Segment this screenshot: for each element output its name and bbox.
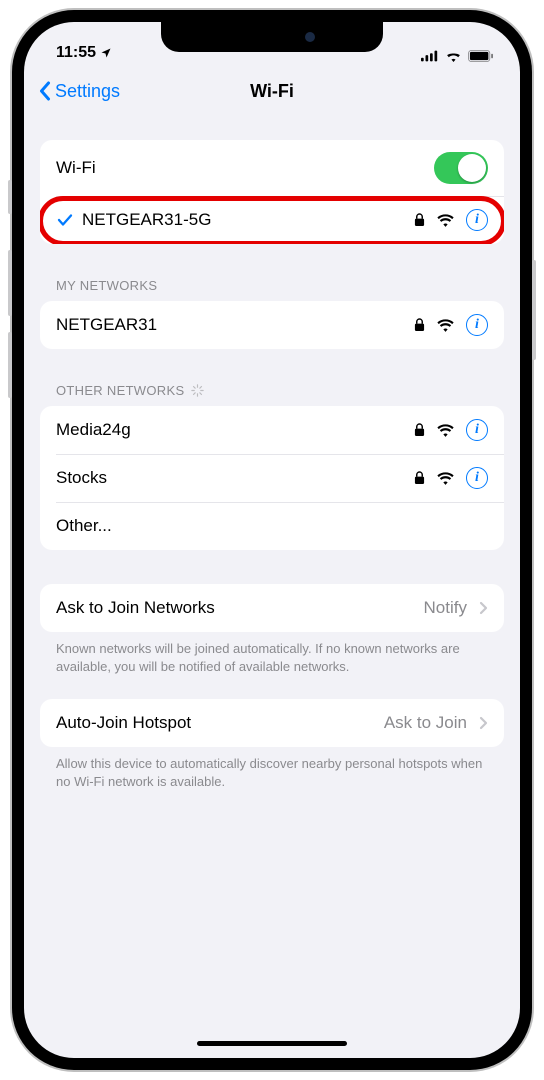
nav-bar: Settings Wi-Fi <box>24 66 520 116</box>
chevron-right-icon <box>479 716 488 730</box>
mute-switch <box>8 180 12 214</box>
wifi-icon <box>445 50 462 62</box>
lock-icon <box>414 318 425 332</box>
info-icon[interactable]: i <box>466 467 488 489</box>
auto-hotspot-label: Auto-Join Hotspot <box>56 713 191 733</box>
network-name: Media24g <box>56 420 131 440</box>
wifi-toggle-label: Wi-Fi <box>56 158 96 178</box>
my-networks-header: MY NETWORKS <box>40 278 504 301</box>
wifi-toggle[interactable] <box>434 152 488 184</box>
home-indicator[interactable] <box>197 1041 347 1046</box>
info-icon[interactable]: i <box>466 314 488 336</box>
volume-down-button <box>8 332 12 398</box>
phone-frame: 11:55 <box>12 10 532 1070</box>
notch <box>161 22 383 52</box>
network-row[interactable]: Media24g i <box>40 406 504 454</box>
auto-hotspot-row[interactable]: Auto-Join Hotspot Ask to Join <box>40 699 504 747</box>
auto-hotspot-footer: Allow this device to automatically disco… <box>40 747 504 790</box>
ask-to-join-value: Notify <box>424 598 467 618</box>
chevron-right-icon <box>479 601 488 615</box>
info-icon[interactable]: i <box>466 419 488 441</box>
connected-network-name: NETGEAR31-5G <box>82 210 211 230</box>
wifi-toggle-row: Wi-Fi <box>40 140 504 196</box>
spinner-icon <box>190 383 205 398</box>
other-network-row[interactable]: Other... <box>40 502 504 550</box>
power-button <box>532 260 536 360</box>
network-row[interactable]: NETGEAR31 i <box>40 301 504 349</box>
wifi-strength-icon <box>437 214 454 227</box>
lock-icon <box>414 213 425 227</box>
cellular-icon <box>421 50 439 62</box>
location-icon <box>100 47 112 59</box>
wifi-strength-icon <box>437 319 454 332</box>
ask-to-join-label: Ask to Join Networks <box>56 598 215 618</box>
status-time: 11:55 <box>56 44 96 62</box>
chevron-left-icon <box>38 81 51 101</box>
wifi-strength-icon <box>437 424 454 437</box>
ask-to-join-footer: Known networks will be joined automatica… <box>40 632 504 675</box>
back-label: Settings <box>55 81 120 102</box>
volume-up-button <box>8 250 12 316</box>
auto-hotspot-value: Ask to Join <box>384 713 467 733</box>
other-networks-header: OTHER NETWORKS <box>40 383 504 406</box>
ask-to-join-row[interactable]: Ask to Join Networks Notify <box>40 584 504 632</box>
network-name: Stocks <box>56 468 107 488</box>
page-title: Wi-Fi <box>250 81 294 102</box>
battery-icon <box>468 50 494 62</box>
connected-network-row[interactable]: NETGEAR31-5G i <box>40 196 504 244</box>
lock-icon <box>414 423 425 437</box>
back-button[interactable]: Settings <box>38 81 120 102</box>
other-label: Other... <box>56 516 112 536</box>
network-row[interactable]: Stocks i <box>40 454 504 502</box>
wifi-strength-icon <box>437 472 454 485</box>
info-icon[interactable]: i <box>466 209 488 231</box>
network-name: NETGEAR31 <box>56 315 157 335</box>
phone-screen: 11:55 <box>24 22 520 1058</box>
lock-icon <box>414 471 425 485</box>
checkmark-icon <box>56 213 74 227</box>
